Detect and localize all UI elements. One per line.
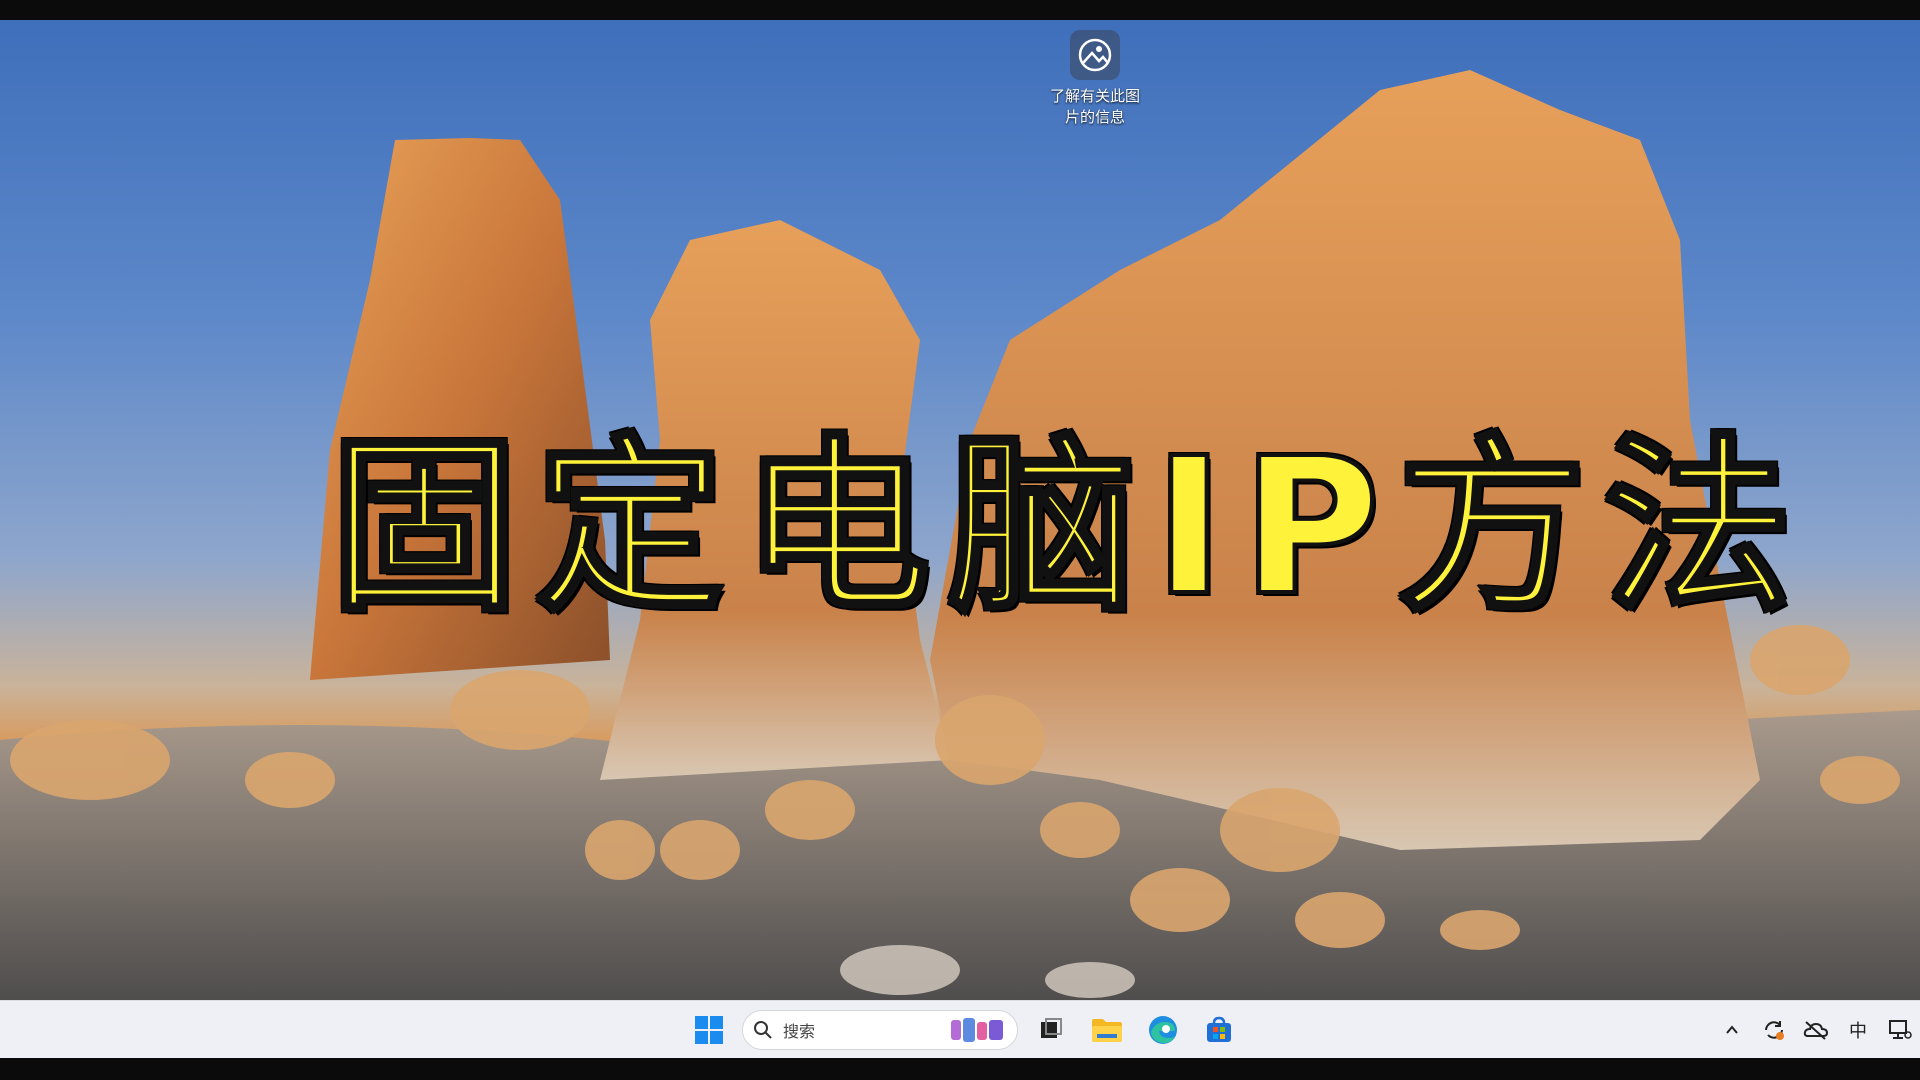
start-button[interactable] (686, 1007, 732, 1053)
store-button[interactable] (1196, 1007, 1242, 1053)
search-placeholder: 搜索 (783, 1022, 816, 1041)
network-button[interactable] (1886, 1010, 1914, 1050)
edge-icon (1149, 1016, 1177, 1044)
sync-button[interactable] (1760, 1010, 1788, 1050)
windows-start-icon (695, 1016, 723, 1044)
task-view-icon (1041, 1018, 1062, 1038)
onedrive-offline-icon (1803, 1021, 1829, 1040)
desktop-icon-image-info[interactable]: 了解有关此图片的信息 (1050, 30, 1140, 128)
file-explorer-button[interactable] (1084, 1007, 1130, 1053)
store-icon (1207, 1016, 1231, 1042)
chevron-up-icon (1726, 1025, 1738, 1034)
letterbox-top (0, 0, 1920, 20)
system-tray: 中 (1718, 1007, 1920, 1053)
taskbar-search[interactable]: 搜索 (742, 1010, 1018, 1050)
image-info-icon (1070, 30, 1120, 80)
search-highlight-icon (951, 1018, 1003, 1042)
search-icon (754, 1021, 772, 1039)
task-view-button[interactable] (1028, 1007, 1074, 1053)
onedrive-button[interactable] (1802, 1010, 1830, 1050)
taskbar-center: 搜索 (686, 1007, 1242, 1053)
sync-icon (1765, 1021, 1784, 1040)
desktop-icon-caption: 了解有关此图片的信息 (1049, 87, 1140, 126)
overlay-title: 固定电脑IP方法 (328, 416, 1810, 639)
taskbar: 搜索 中 (0, 1000, 1920, 1059)
edge-button[interactable] (1140, 1007, 1186, 1053)
network-icon (1889, 1020, 1912, 1039)
desktop-wallpaper[interactable]: 了解有关此图片的信息 固定电脑IP方法 (0, 20, 1920, 1000)
letterbox-bottom (0, 1058, 1920, 1080)
ime-indicator[interactable]: 中 (1844, 1010, 1872, 1050)
folder-icon (1092, 1019, 1122, 1042)
show-hidden-icons-button[interactable] (1718, 1010, 1746, 1050)
